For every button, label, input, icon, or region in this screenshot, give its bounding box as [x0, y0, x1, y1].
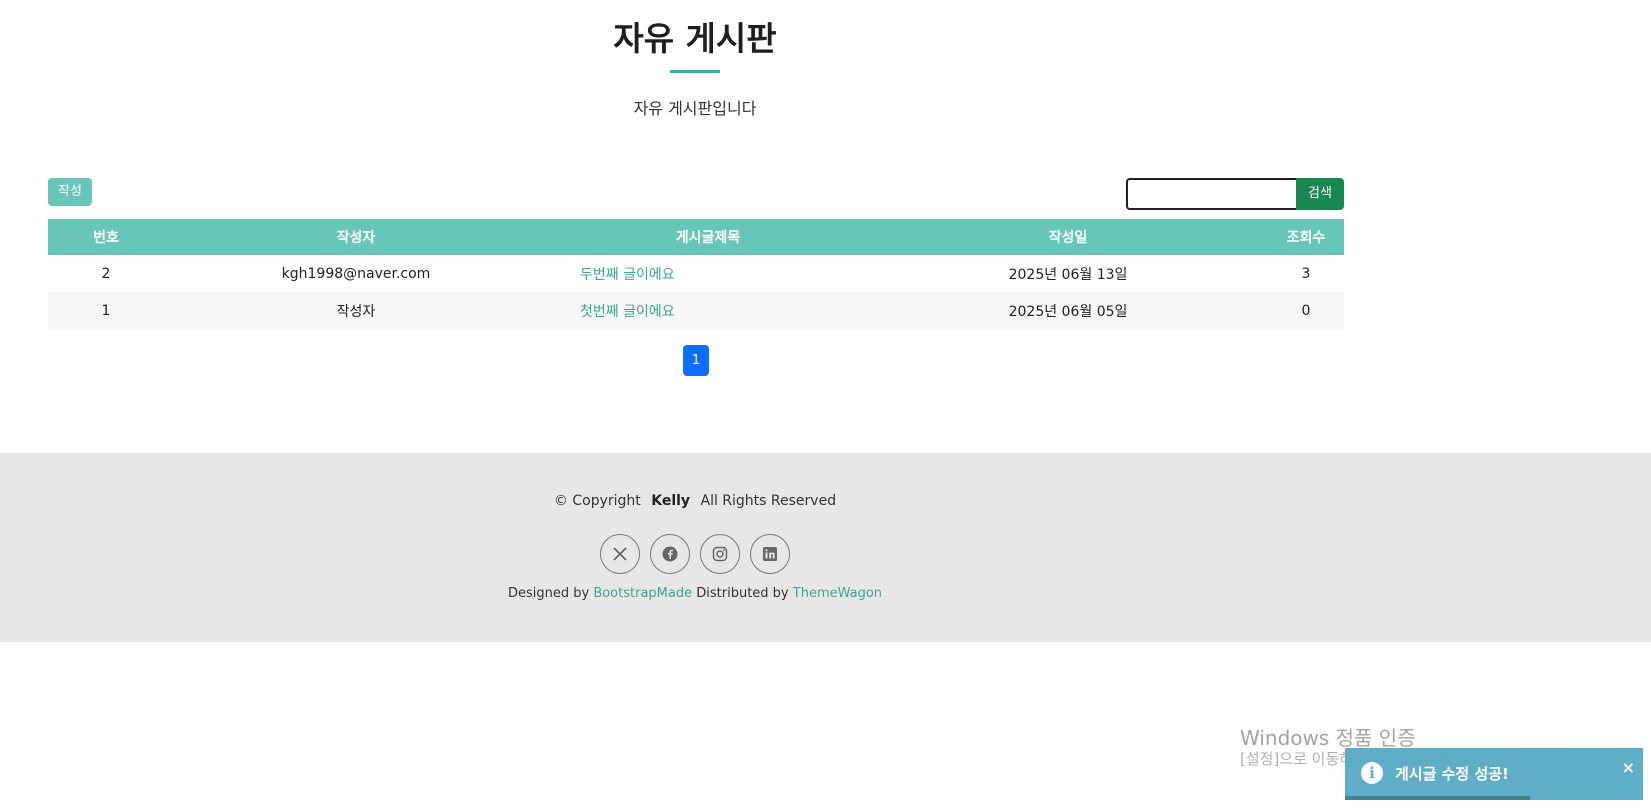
table-row: 1 작성자 첫번째 글이에요 2025년 06월 05일 0	[48, 292, 1344, 329]
row-title-cell: 두번째 글이에요	[548, 255, 868, 292]
row-author: kgh1998@naver.com	[281, 265, 431, 282]
credits: Designed by BootstrapMade Distributed by…	[0, 586, 1390, 601]
x-icon[interactable]	[600, 534, 640, 574]
copyright-name: Kelly	[651, 493, 691, 509]
distributed-by-text: Distributed by	[696, 586, 789, 601]
toast-notification: i 게시글 수정 성공! ×	[1345, 748, 1643, 800]
table-row: 2 kgh1998@naver.com 두번째 글이에요 2025년 06월 1…	[48, 255, 1344, 292]
instagram-icon[interactable]	[700, 534, 740, 574]
toast-message: 게시글 수정 성공!	[1395, 765, 1509, 783]
search-input[interactable]	[1126, 178, 1298, 210]
row-title-cell: 첫번째 글이에요	[548, 292, 868, 329]
search-button[interactable]: 검색	[1296, 178, 1344, 210]
row-number: 1	[48, 292, 164, 329]
themewagon-link[interactable]: ThemeWagon	[793, 586, 882, 601]
row-date: 2025년 06월 05일	[868, 292, 1268, 329]
post-title-link[interactable]: 첫번째 글이에요	[580, 304, 675, 320]
table-header-row: 번호 작성자 게시글제목 작성일 조회수	[48, 219, 1344, 255]
bootstrapmade-link[interactable]: BootstrapMade	[593, 586, 692, 601]
write-button[interactable]: 작성	[48, 178, 92, 206]
row-author: 작성자	[164, 292, 548, 329]
page-subtitle: 자유 게시판입니다	[633, 99, 757, 118]
social-links	[600, 534, 800, 576]
page-title: 자유 게시판	[613, 19, 777, 58]
site-footer: © Copyright Kelly All Rights Reserved De…	[0, 453, 1651, 642]
copyright-suffix: All Rights Reserved	[700, 493, 837, 509]
copyright-prefix: © Copyright	[553, 493, 641, 509]
search-form: 검색	[1126, 178, 1344, 211]
toast-progress-bar	[1345, 796, 1530, 800]
post-title-link[interactable]: 두번째 글이에요	[580, 267, 675, 283]
board-table: 번호 작성자 게시글제목 작성일 조회수 2 kgh1998@naver.com…	[48, 219, 1344, 329]
column-header-number: 번호	[48, 219, 164, 255]
toast-close-button[interactable]: ×	[1622, 758, 1635, 777]
row-date: 2025년 06월 13일	[1008, 266, 1128, 283]
column-header-title: 게시글제목	[548, 219, 868, 255]
row-number: 2	[101, 265, 111, 282]
designed-by-text: Designed by	[507, 586, 590, 601]
pagination-page-button[interactable]: 1	[683, 345, 709, 376]
windows-activation-title: Windows 정품 인증	[1240, 726, 1416, 750]
info-icon: i	[1361, 762, 1383, 784]
column-header-views: 조회수	[1268, 219, 1344, 255]
facebook-icon[interactable]	[650, 534, 690, 574]
title-underline	[670, 70, 720, 73]
row-views: 0	[1268, 292, 1344, 329]
copyright: © Copyright Kelly All Rights Reserved	[0, 493, 1390, 509]
row-views: 3	[1301, 265, 1311, 282]
linkedin-icon[interactable]	[750, 534, 790, 574]
column-header-author: 작성자	[164, 219, 548, 255]
column-header-date: 작성일	[868, 219, 1268, 255]
board-page: 자유 게시판 자유 게시판입니다 작성 검색 번호 작성자 게시글제목 작성일 …	[0, 0, 1651, 810]
